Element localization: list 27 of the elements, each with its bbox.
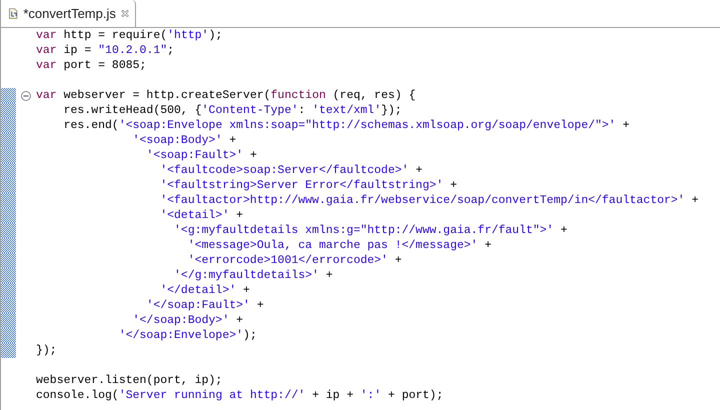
code-line: res.writeHead(500, {'Content-Type': 'text/xml'});	[62, 103, 402, 118]
code-line: '<errorcode>1001</errorcode>' +	[186, 253, 402, 268]
code-line: '<detail>' +	[159, 208, 244, 223]
code-line: '<g:myfaultdetails xmlns:g="http://www.gaia.fr/fault">' +	[173, 223, 568, 238]
collapse-icon[interactable]	[21, 90, 31, 100]
code-line: '<soap:Body>' +	[132, 133, 236, 148]
code-line: });	[36, 343, 57, 358]
code-line: '</soap:Envelope>');	[118, 328, 257, 343]
code-line: var ip = "10.2.0.1";	[36, 43, 174, 58]
code-line: '<faultcode>soap:Server</faultcode>' +	[159, 163, 422, 178]
code-line: '<faultstring>Server Error</faultstring>' +	[159, 178, 457, 193]
code-line: '<message>Oula, ca marche pas !</message>' +	[186, 238, 492, 253]
code-line: var http = require('http');	[36, 28, 222, 43]
code-line: var port = 8085;	[36, 58, 146, 73]
code-line: console.log('Server running at http://' + ip + ':' + port);	[36, 388, 444, 403]
close-icon[interactable]	[120, 8, 129, 19]
js-file-icon	[8, 6, 18, 21]
code-line: '</g:myfaultdetails>' +	[173, 268, 333, 283]
code-line: '<soap:Fault>' +	[145, 148, 257, 163]
code-line: webserver.listen(port, ip);	[36, 373, 222, 388]
tab-title: *convertTemp.js	[23, 4, 116, 23]
code-line: '</soap:Fault>' +	[145, 298, 264, 313]
code-line: '<faultactor>http://www.gaia.fr/webservice/soap/convertTemp/in</faultactor>' +	[159, 193, 699, 208]
code-line: res.end('<soap:Envelope xmlns:soap="http://schemas.xmlsoap.org/soap/envelope/">' +	[62, 118, 630, 133]
code-line: '</soap:Body>' +	[132, 313, 244, 328]
code-line: '</detail>' +	[159, 283, 250, 298]
code-line: var webserver = http.createServer(function (req, res) {	[36, 88, 416, 103]
